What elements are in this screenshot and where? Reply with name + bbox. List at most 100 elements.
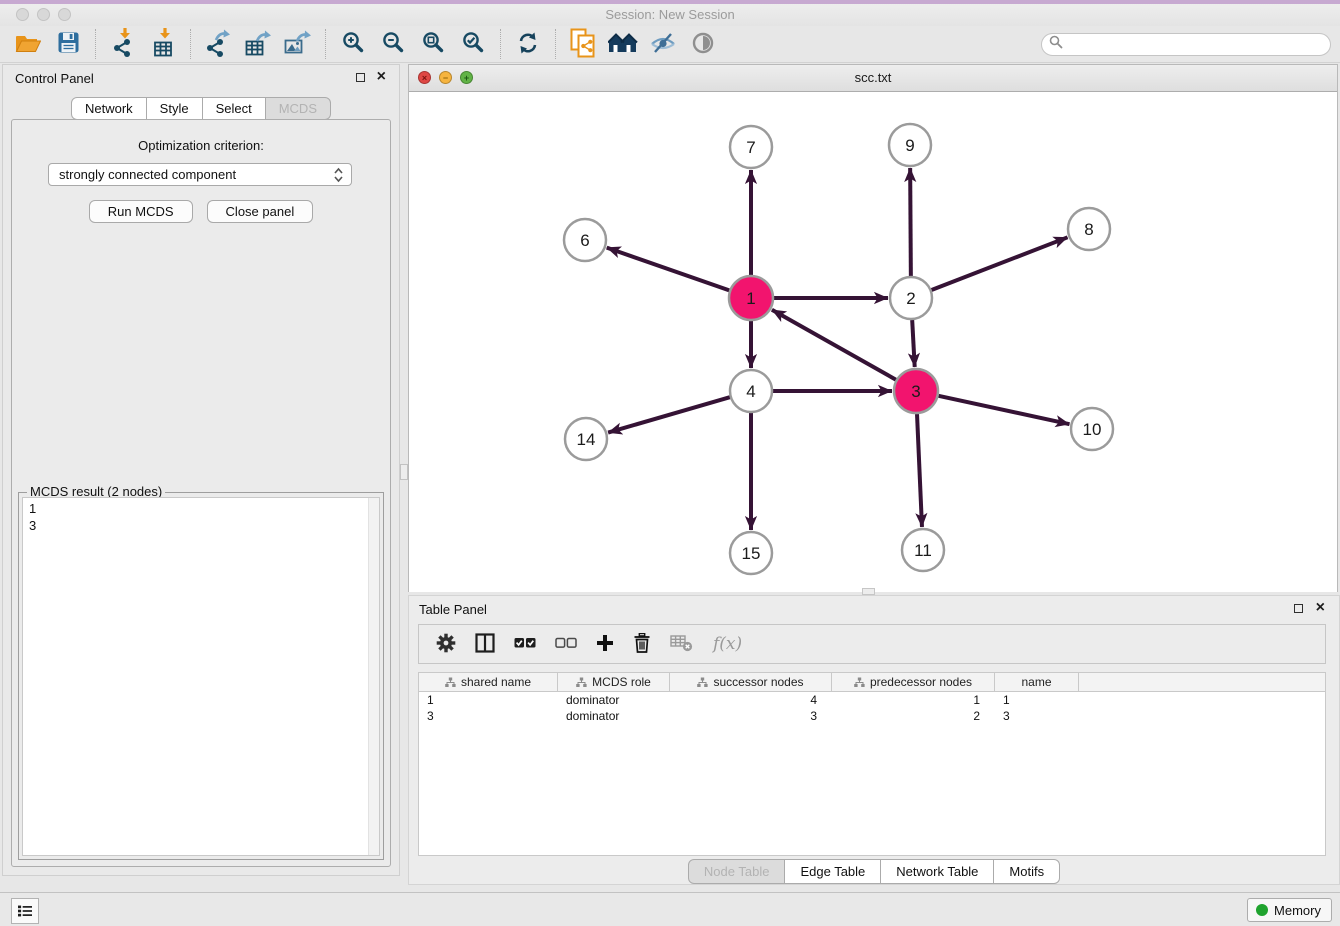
cell-name[interactable]: 3 bbox=[995, 708, 1079, 724]
close-table-panel-icon[interactable]: × bbox=[1316, 599, 1325, 617]
tab-edge-table[interactable]: Edge Table bbox=[785, 859, 881, 884]
node-4[interactable]: 4 bbox=[730, 370, 772, 412]
node-3[interactable]: 3 bbox=[894, 369, 938, 413]
search-box[interactable] bbox=[1041, 33, 1331, 56]
node-table[interactable]: shared name MCDS role successor nodesprede… bbox=[418, 672, 1326, 856]
vertical-split-grip[interactable] bbox=[400, 464, 408, 480]
node-10[interactable]: 10 bbox=[1071, 408, 1113, 450]
tab-network-table[interactable]: Network Table bbox=[881, 859, 994, 884]
mcds-result-textarea[interactable]: 13 bbox=[22, 497, 380, 856]
trash-button[interactable] bbox=[633, 633, 651, 656]
mcds-result-lines: 13 bbox=[23, 498, 379, 536]
node-11[interactable]: 11 bbox=[902, 529, 944, 571]
table-panel: Table Panel × f(x) shared nameMCDS roles… bbox=[408, 595, 1340, 885]
main-titlebar: Session: New Session bbox=[0, 4, 1340, 26]
hide-eye-icon bbox=[650, 32, 676, 57]
attribute-tree-icon bbox=[576, 677, 587, 688]
column-header-MCDS-role[interactable]: MCDS role bbox=[558, 673, 670, 691]
node-15[interactable]: 15 bbox=[730, 532, 772, 574]
horizontal-split-grip[interactable] bbox=[862, 588, 875, 595]
edge-2-3[interactable] bbox=[912, 320, 915, 367]
edge-3-10[interactable] bbox=[938, 396, 1069, 424]
node-8[interactable]: 8 bbox=[1068, 208, 1110, 250]
cell-shared-name[interactable]: 1 bbox=[419, 692, 558, 708]
export-table-button[interactable] bbox=[238, 28, 278, 60]
columns-button[interactable] bbox=[475, 633, 495, 656]
fx-icon: f(x) bbox=[713, 634, 742, 654]
node-14[interactable]: 14 bbox=[565, 418, 607, 460]
node-2[interactable]: 2 bbox=[890, 277, 932, 319]
checked-pair-button[interactable] bbox=[514, 637, 536, 652]
network-window-titlebar[interactable]: ×−+ scc.txt bbox=[409, 65, 1337, 92]
zoom-in-button[interactable] bbox=[333, 28, 373, 60]
svg-text:7: 7 bbox=[746, 138, 755, 157]
tab-network[interactable]: Network bbox=[71, 97, 147, 120]
close-panel-button[interactable]: Close panel bbox=[207, 200, 314, 223]
float-table-panel-icon[interactable] bbox=[1294, 604, 1303, 613]
edge-3-11[interactable] bbox=[917, 414, 922, 527]
close-panel-icon[interactable]: × bbox=[377, 68, 386, 86]
criterion-select[interactable]: strongly connected component bbox=[48, 163, 352, 186]
cell-name[interactable]: 1 bbox=[995, 692, 1079, 708]
save-button[interactable] bbox=[48, 28, 88, 60]
cell-predecessor-nodes[interactable]: 2 bbox=[832, 708, 995, 724]
plus-button[interactable] bbox=[596, 634, 614, 655]
result-scrollbar[interactable] bbox=[368, 498, 379, 855]
network-graph[interactable]: 7 9 6 8 1 2 4 3 14 10 15 11 bbox=[409, 92, 1337, 592]
zoom-out-button[interactable] bbox=[373, 28, 413, 60]
import-table-button[interactable] bbox=[143, 28, 183, 60]
hide-eye-button[interactable] bbox=[643, 28, 683, 60]
unchecked-pair-icon bbox=[555, 637, 577, 652]
edge-3-1[interactable] bbox=[772, 310, 896, 380]
network-file-button[interactable] bbox=[563, 28, 603, 60]
float-panel-icon[interactable] bbox=[356, 73, 365, 82]
tab-motifs[interactable]: Motifs bbox=[994, 859, 1060, 884]
gear-button[interactable] bbox=[436, 633, 456, 656]
trash-icon bbox=[633, 633, 651, 656]
cell-successor-nodes[interactable]: 4 bbox=[670, 692, 832, 708]
tab-style[interactable]: Style bbox=[147, 97, 203, 120]
columns-icon bbox=[475, 633, 495, 656]
tab-select[interactable]: Select bbox=[203, 97, 266, 120]
cell-MCDS-role[interactable]: dominator bbox=[558, 692, 670, 708]
network-canvas[interactable]: 7 9 6 8 1 2 4 3 14 10 15 11 bbox=[409, 92, 1337, 592]
column-header-name[interactable]: name bbox=[995, 673, 1079, 691]
run-mcds-button[interactable]: Run MCDS bbox=[89, 200, 193, 223]
column-header-shared-name[interactable]: shared name bbox=[419, 673, 558, 691]
column-header-predecessor-nodes[interactable]: predecessor nodes bbox=[832, 673, 995, 691]
unchecked-pair-button[interactable] bbox=[555, 637, 577, 652]
node-6[interactable]: 6 bbox=[564, 219, 606, 261]
zoom-fit-button[interactable] bbox=[413, 28, 453, 60]
zoom-selected-icon bbox=[462, 31, 485, 57]
node-7[interactable]: 7 bbox=[730, 126, 772, 168]
export-image-button[interactable] bbox=[278, 28, 318, 60]
tab-node-table[interactable]: Node Table bbox=[688, 859, 786, 884]
show-panels-button[interactable] bbox=[11, 898, 39, 924]
cell-predecessor-nodes[interactable]: 1 bbox=[832, 692, 995, 708]
open-folder-button[interactable] bbox=[8, 28, 48, 60]
node-1[interactable]: 1 bbox=[729, 276, 773, 320]
table-row[interactable]: 3dominator323 bbox=[419, 708, 1325, 724]
memory-button[interactable]: Memory bbox=[1247, 898, 1332, 922]
column-header-successor-nodes[interactable]: successor nodes bbox=[670, 673, 832, 691]
import-network-button[interactable] bbox=[103, 28, 143, 60]
edge-2-9[interactable] bbox=[910, 168, 911, 276]
refresh-button[interactable] bbox=[508, 28, 548, 60]
cell-successor-nodes[interactable]: 3 bbox=[670, 708, 832, 724]
edge-1-6[interactable] bbox=[607, 248, 730, 291]
houses-button[interactable] bbox=[603, 28, 643, 60]
tab-mcds[interactable]: MCDS bbox=[266, 97, 331, 120]
zoom-selected-button[interactable] bbox=[453, 28, 493, 60]
attribute-tree-icon bbox=[445, 677, 456, 688]
export-network-button[interactable] bbox=[198, 28, 238, 60]
column-label: MCDS role bbox=[592, 675, 651, 689]
edge-4-14[interactable] bbox=[608, 397, 730, 432]
table-row[interactable]: 1dominator411 bbox=[419, 692, 1325, 708]
cell-MCDS-role[interactable]: dominator bbox=[558, 708, 670, 724]
search-input[interactable] bbox=[1067, 36, 1330, 52]
show-eye-button[interactable] bbox=[683, 28, 723, 60]
cell-shared-name[interactable]: 3 bbox=[419, 708, 558, 724]
node-9[interactable]: 9 bbox=[889, 124, 931, 166]
stepper-arrows-icon bbox=[333, 167, 344, 183]
edge-2-8[interactable] bbox=[932, 237, 1068, 290]
